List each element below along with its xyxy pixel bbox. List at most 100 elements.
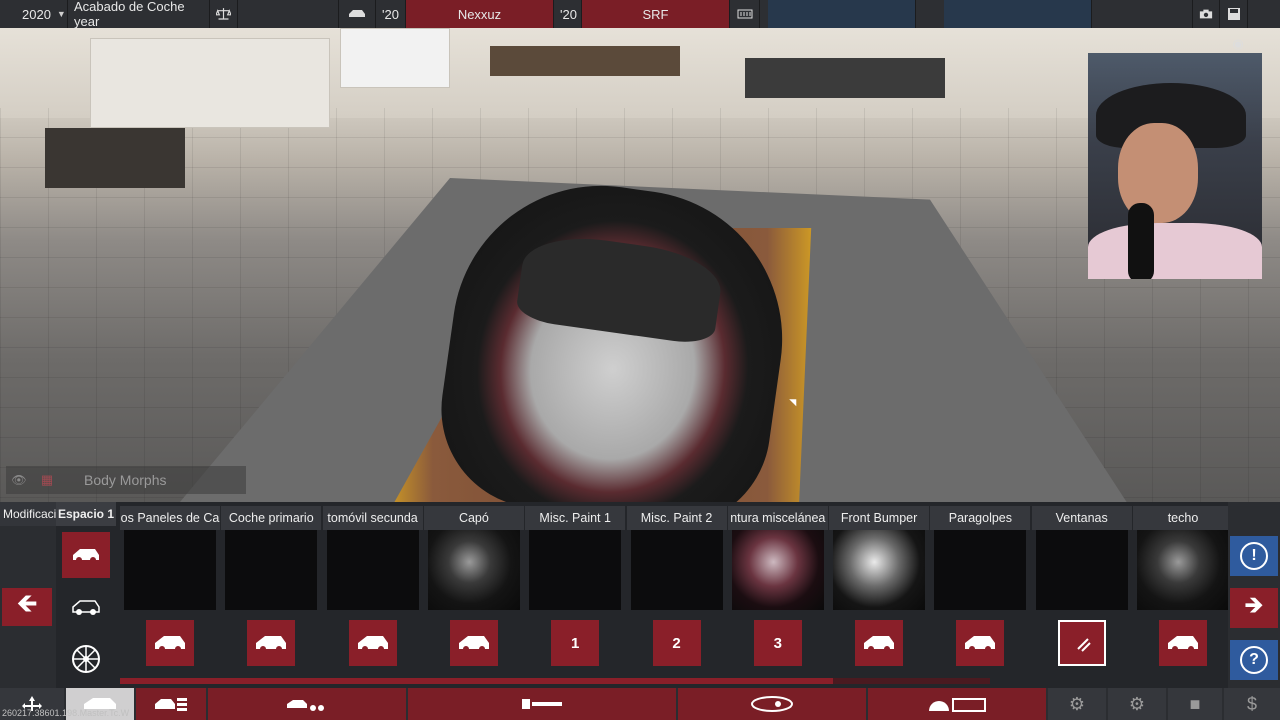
- nav-headlight-icon[interactable]: [678, 688, 868, 720]
- paint-preview-thumbnail[interactable]: [833, 530, 926, 610]
- paint-item-label: Front Bumper: [829, 506, 930, 530]
- nav-engine-block-icon[interactable]: ⚙: [1048, 688, 1108, 720]
- paint-item-label: Misc. Paint 2: [626, 506, 727, 530]
- paint-item-label: Paragolpes: [930, 506, 1031, 530]
- trim-year: '20: [554, 0, 582, 28]
- webcam-overlay: [1088, 53, 1262, 279]
- balance-icon[interactable]: [210, 0, 238, 28]
- model-name-text: Nexxuz: [457, 6, 502, 22]
- paint-item[interactable]: Capó: [423, 502, 524, 688]
- camera-icon[interactable]: [1192, 0, 1220, 28]
- arrow-right-icon[interactable]: 🡺: [1230, 588, 1278, 628]
- paint-item[interactable]: Paragolpes: [930, 502, 1031, 688]
- model-name[interactable]: Nexxuz: [406, 0, 554, 28]
- category-column: [56, 526, 116, 688]
- car-icon[interactable]: [247, 620, 296, 666]
- top-bar: 2020 ▼ Acabado de Coche year '20 Nexxuz …: [0, 0, 1280, 29]
- project-title: Acabado de Coche year: [68, 0, 210, 29]
- car-icon[interactable]: [1159, 620, 1207, 666]
- window-icon[interactable]: [1057, 620, 1106, 666]
- version-text: 260217.38601.198.Master.Tc.W: [2, 708, 130, 718]
- nav-price-icon[interactable]: $: [1224, 688, 1280, 720]
- wheel-icon[interactable]: [62, 636, 110, 682]
- paint-item[interactable]: os Paneles de Ca: [120, 502, 220, 688]
- paint-slot-button[interactable]: 2: [652, 620, 701, 666]
- paint-item-label: techo: [1133, 506, 1233, 530]
- morph-toggle-icon[interactable]: ▦: [32, 472, 62, 488]
- project-title-text: Acabado de Coche year: [74, 0, 185, 29]
- car-icon[interactable]: [348, 620, 397, 666]
- pallet-stack: [45, 128, 185, 188]
- nav-engine-icon[interactable]: [408, 688, 678, 720]
- paint-item-label: os Paneles de Ca: [120, 506, 220, 530]
- save-icon[interactable]: [1220, 0, 1248, 28]
- paint-preview-thumbnail[interactable]: [326, 530, 419, 610]
- poster-board: [340, 28, 450, 88]
- webcam-microphone: [1128, 203, 1154, 279]
- arrow-left-icon[interactable]: 🡸: [2, 588, 52, 626]
- paint-slot-button[interactable]: 1: [551, 620, 600, 666]
- paint-panel: 🡸 Modificaciones Espacio 1 os Paneles de…: [0, 502, 1280, 688]
- shelf: [90, 38, 330, 128]
- car-icon[interactable]: [956, 620, 1005, 666]
- bottom-nav: ⚙ ⚙ ■ $: [0, 688, 1280, 720]
- paint-item-label: tomóvil secunda: [322, 506, 423, 530]
- body-morphs-label: Body Morphs: [84, 472, 167, 488]
- paint-item-label: Capó: [423, 506, 524, 530]
- scroll-bar[interactable]: [120, 678, 990, 684]
- paint-item[interactable]: Misc. Paint 1 1: [525, 502, 626, 688]
- paint-preview-thumbnail[interactable]: [225, 530, 318, 610]
- car-icon[interactable]: [855, 620, 904, 666]
- paint-preview-thumbnail[interactable]: [1035, 530, 1128, 610]
- interior-category-button[interactable]: [62, 584, 110, 630]
- help-icon[interactable]: ?: [1230, 640, 1278, 680]
- trim-name[interactable]: SRF: [582, 0, 730, 28]
- body-morphs-bar[interactable]: 👁 ▦ Body Morphs: [6, 466, 246, 494]
- car-icon[interactable]: [449, 620, 498, 666]
- paint-preview-thumbnail[interactable]: [934, 530, 1027, 610]
- paint-preview-thumbnail[interactable]: [427, 530, 520, 610]
- empty-slot-2[interactable]: [944, 0, 1092, 28]
- paint-preview-thumbnail[interactable]: [630, 530, 723, 610]
- car-year: '20: [376, 0, 406, 28]
- tab-espacio[interactable]: Espacio 1: [56, 502, 116, 526]
- paint-preview-thumbnail[interactable]: [124, 530, 216, 610]
- camera-icon[interactable]: ◉: [1228, 36, 1248, 52]
- game-screen: ◉ 2020 ▼ Acabado de Coche year '20 Nexxu…: [0, 0, 1280, 720]
- nav-body-icon[interactable]: [136, 688, 208, 720]
- car-icon: [338, 0, 376, 28]
- paint-item[interactable]: Coche primario: [221, 502, 322, 688]
- nav-market-icon[interactable]: ■: [1168, 688, 1224, 720]
- info-icon[interactable]: !: [1230, 536, 1278, 576]
- tab-mods-label: Modificaciones: [3, 507, 56, 521]
- paint-item[interactable]: Ventanas: [1031, 502, 1132, 688]
- paint-preview-thumbnail[interactable]: [529, 530, 622, 610]
- car-year-text: '20: [382, 6, 399, 22]
- scroll-thumb[interactable]: [120, 678, 834, 684]
- empty-slot-1[interactable]: [768, 0, 916, 28]
- car-icon[interactable]: [146, 620, 194, 666]
- chevron-down-icon: ▼: [56, 9, 66, 19]
- paint-item[interactable]: Front Bumper: [829, 502, 930, 688]
- workbench: [490, 46, 680, 76]
- paint-item[interactable]: techo: [1133, 502, 1233, 688]
- eye-icon[interactable]: 👁: [6, 473, 32, 487]
- paint-item[interactable]: tomóvil secunda: [322, 502, 423, 688]
- paint-item[interactable]: Misc. Paint 2 2: [626, 502, 727, 688]
- tab-modificaciones[interactable]: Modificaciones: [0, 502, 56, 526]
- nav-chassis-icon[interactable]: [208, 688, 408, 720]
- paint-item[interactable]: ntura miscelánea 3: [727, 502, 828, 688]
- year-selector[interactable]: 2020 ▼: [0, 0, 68, 28]
- trim-name-text: SRF: [642, 6, 669, 22]
- nav-gearbox-icon[interactable]: [868, 688, 1048, 720]
- grid-icon[interactable]: [730, 0, 760, 28]
- paint-preview-thumbnail[interactable]: [1137, 530, 1229, 610]
- paint-slot-button[interactable]: 3: [753, 620, 802, 666]
- nav-drivetrain-icon[interactable]: ⚙: [1108, 688, 1168, 720]
- body-category-button[interactable]: [62, 532, 110, 578]
- paint-preview-thumbnail[interactable]: [731, 530, 824, 610]
- webcam-shirt: [1088, 223, 1262, 279]
- office-desk: [745, 58, 945, 98]
